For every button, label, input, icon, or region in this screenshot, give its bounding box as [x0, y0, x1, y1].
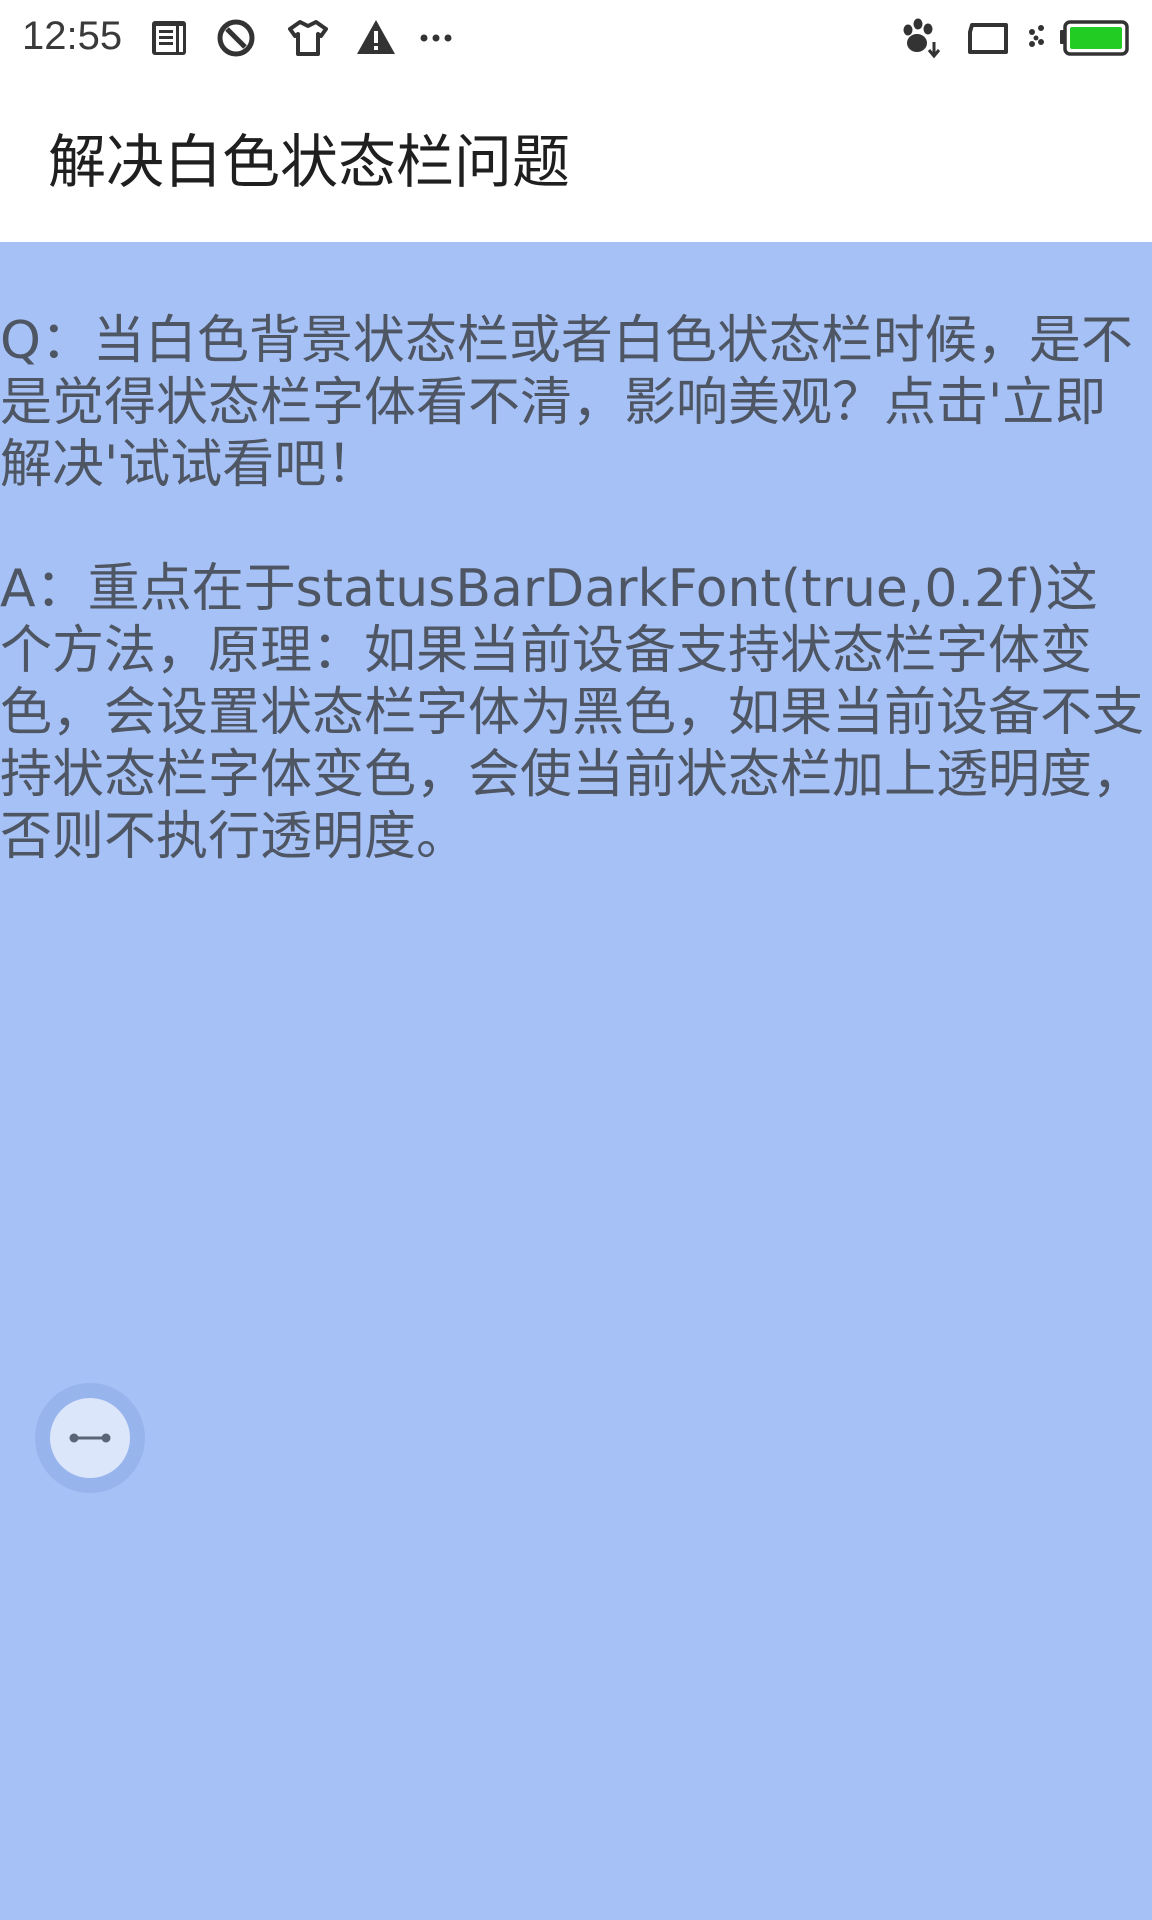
screen-cast-icon [966, 16, 1010, 60]
floating-assist-button-inner[interactable] [50, 1398, 130, 1478]
page-title: 解决白色状态栏问题 [48, 128, 571, 196]
tshirt-icon [286, 16, 330, 60]
answer-text: A：重点在于statusBarDarkFont(true,0.2f)这个方法，原… [0, 559, 1145, 867]
title-bar: 解决白色状态栏问题 [0, 74, 1152, 242]
battery-icon [1058, 16, 1130, 60]
question-text: Q：当白色背景状态栏或者白色状态栏时候，是不是觉得状态栏字体看不清，影响美观？点… [0, 311, 1133, 495]
paw-download-icon [898, 16, 942, 60]
signal-icon [1024, 16, 1054, 60]
more-icon [414, 16, 458, 60]
floating-assist-button[interactable] [35, 1383, 145, 1493]
content-area: Q：当白色背景状态栏或者白色状态栏时候，是不是觉得状态栏字体看不清，影响美观？点… [0, 242, 1152, 1920]
notes-icon [148, 16, 192, 60]
status-time: 12:55 [22, 14, 123, 58]
warning-icon [354, 16, 398, 60]
drag-handle-icon [69, 1433, 111, 1443]
content-text: Q：当白色背景状态栏或者白色状态栏时候，是不是觉得状态栏字体看不清，影响美观？点… [0, 310, 1146, 930]
status-bar: 12:55 [0, 0, 1152, 74]
blocked-icon [214, 16, 258, 60]
